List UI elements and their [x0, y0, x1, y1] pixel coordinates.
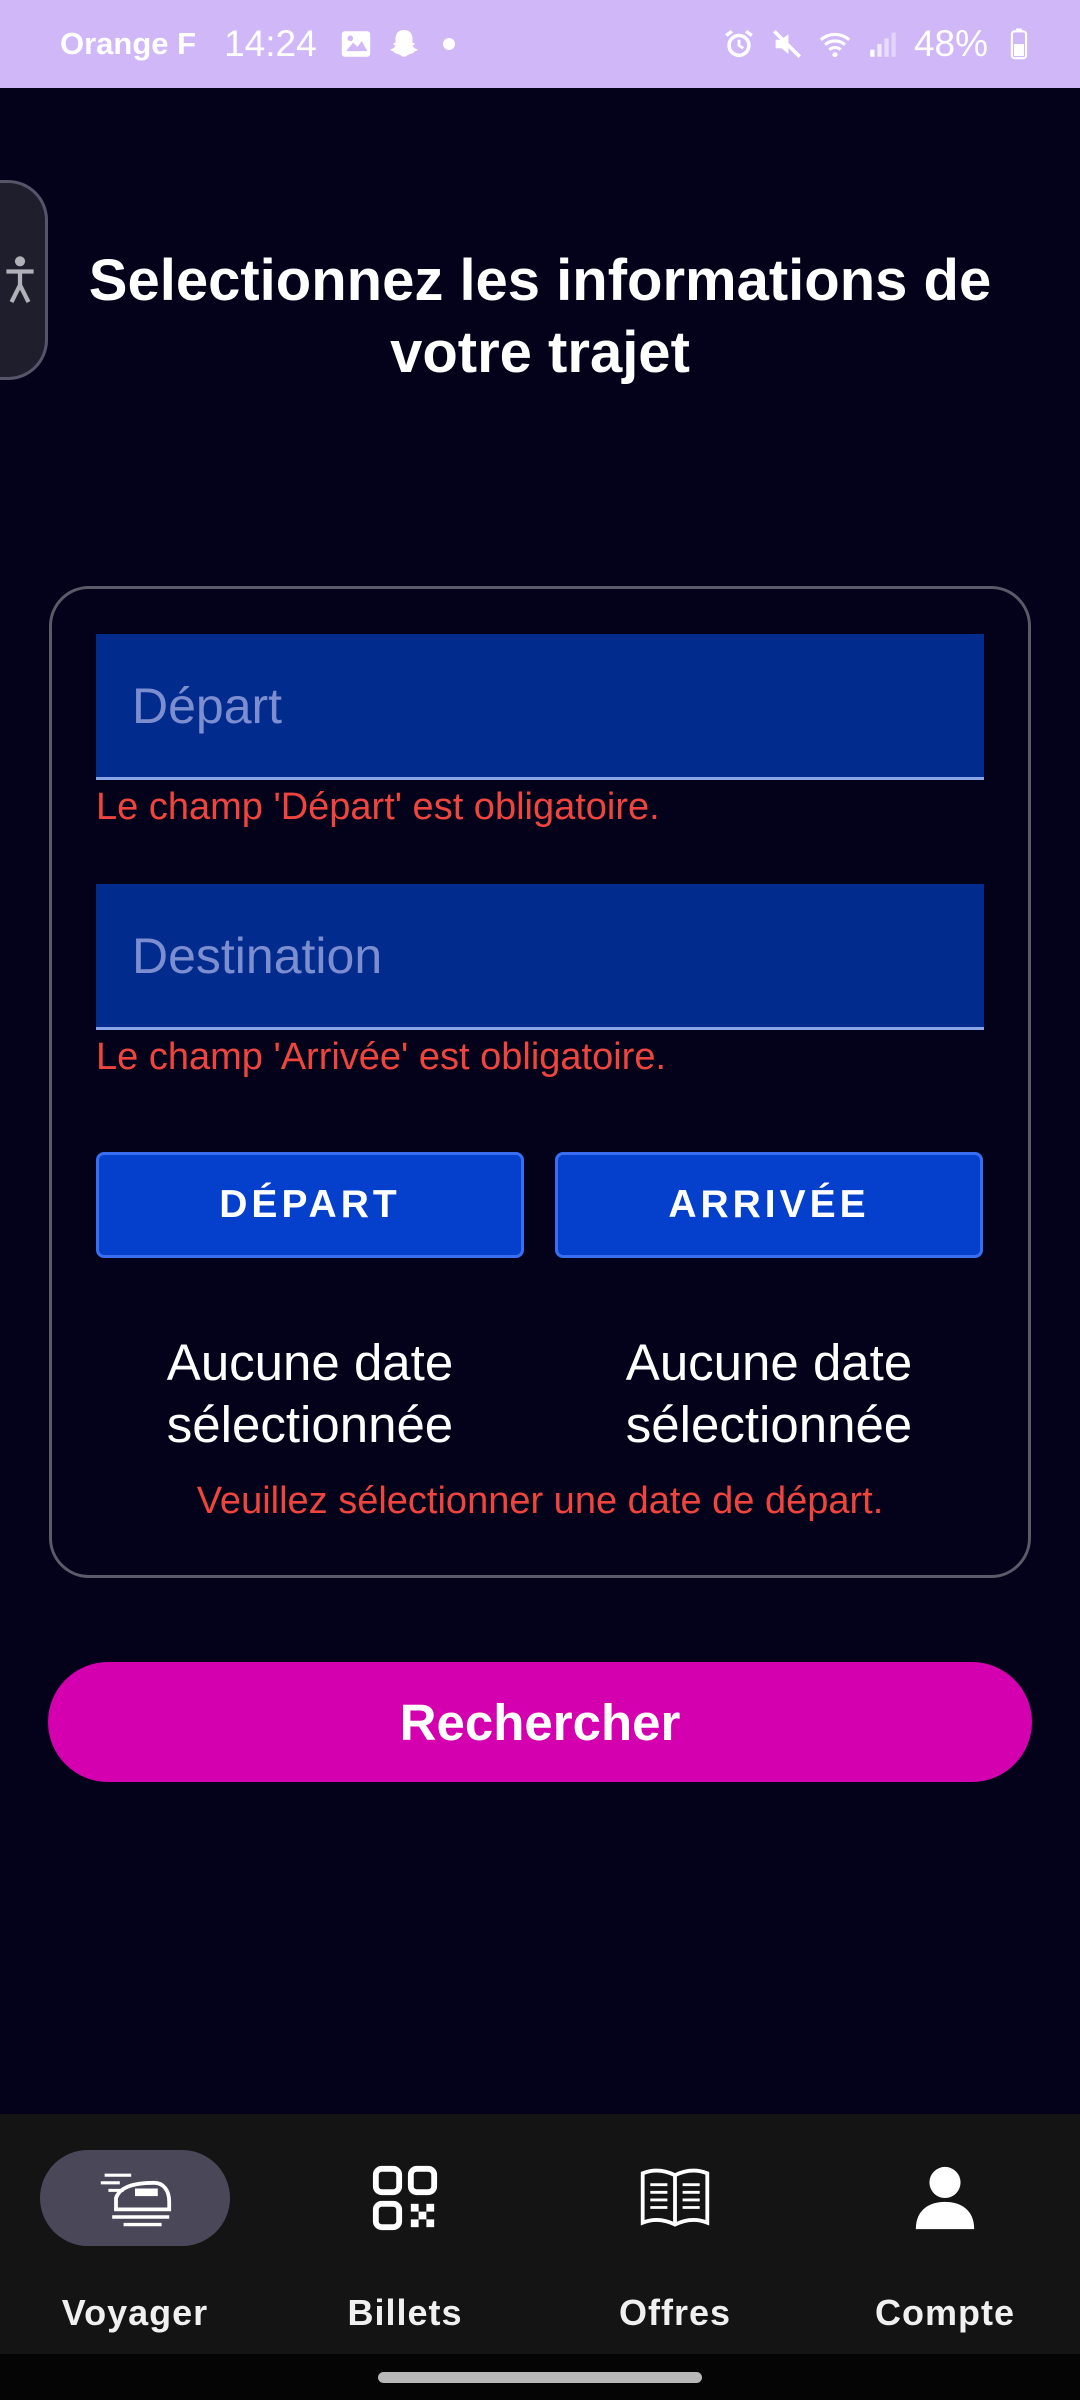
departure-date-button[interactable]: DÉPART	[96, 1152, 524, 1258]
arrival-date-button[interactable]: ARRIVÉE	[555, 1152, 983, 1258]
departure-field[interactable]	[96, 634, 984, 780]
arrival-date-value: Aucune date sélectionnée	[555, 1332, 983, 1456]
page-title: Selectionnez les informations de votre t…	[88, 248, 992, 385]
alarm-icon	[722, 27, 756, 61]
arrival-date-line2: sélectionnée	[625, 1396, 913, 1453]
departure-input[interactable]	[132, 676, 984, 735]
gallery-icon	[339, 27, 373, 61]
nav-icon-container-compte	[850, 2150, 1040, 2246]
arrival-date-line1: Aucune date	[625, 1334, 913, 1391]
nav-label-offres: Offres	[618, 2292, 732, 2333]
signal-icon	[866, 27, 900, 61]
wifi-icon	[818, 27, 852, 61]
destination-error: Le champ 'Arrivée' est obligatoire.	[96, 1036, 667, 1078]
nav-label-billets: Billets	[347, 2292, 463, 2333]
person-icon	[915, 2166, 975, 2230]
status-time: 14:24	[224, 23, 317, 64]
notification-dot	[442, 38, 455, 50]
nav-item-offres[interactable]: Offres	[540, 2114, 810, 2354]
train-icon	[100, 2173, 172, 2227]
bottom-navigation: Voyager Billets Offres Compte	[0, 2114, 1080, 2354]
departure-date-line1: Aucune date	[166, 1334, 454, 1391]
departure-error: Le champ 'Départ' est obligatoire.	[96, 786, 660, 828]
qr-code-icon	[372, 2165, 438, 2231]
carrier-name: Orange F	[60, 26, 197, 61]
status-bar: Orange F 14:24 48%	[0, 0, 1080, 88]
departure-date-value: Aucune date sélectionnée	[96, 1332, 524, 1456]
search-button[interactable]: Rechercher	[48, 1662, 1032, 1782]
nav-item-voyager[interactable]: Voyager	[0, 2114, 270, 2354]
mute-icon	[770, 27, 804, 61]
accessibility-tab[interactable]	[0, 180, 48, 380]
battery-icon	[1002, 27, 1036, 61]
book-icon	[640, 2168, 710, 2227]
status-right: 48%	[722, 23, 1036, 65]
nav-item-billets[interactable]: Billets	[270, 2114, 540, 2354]
destination-input[interactable]	[132, 926, 984, 985]
snapchat-icon	[387, 27, 421, 61]
nav-label-voyager: Voyager	[61, 2292, 209, 2333]
accessibility-icon	[5, 256, 34, 304]
nav-active-indicator	[40, 2150, 230, 2246]
destination-field[interactable]	[96, 884, 984, 1030]
status-left: Orange F 14:24	[60, 23, 455, 65]
nav-icon-container-offres	[580, 2150, 770, 2246]
home-gesture-bar[interactable]	[378, 2372, 702, 2383]
nav-icon-container-billets	[310, 2150, 500, 2246]
date-error: Veuillez sélectionner une date de départ…	[196, 1480, 884, 1522]
nav-label-compte: Compte	[875, 2292, 1015, 2333]
nav-item-compte[interactable]: Compte	[810, 2114, 1080, 2354]
battery-percent: 48%	[913, 23, 988, 64]
departure-date-line2: sélectionnée	[166, 1396, 454, 1453]
